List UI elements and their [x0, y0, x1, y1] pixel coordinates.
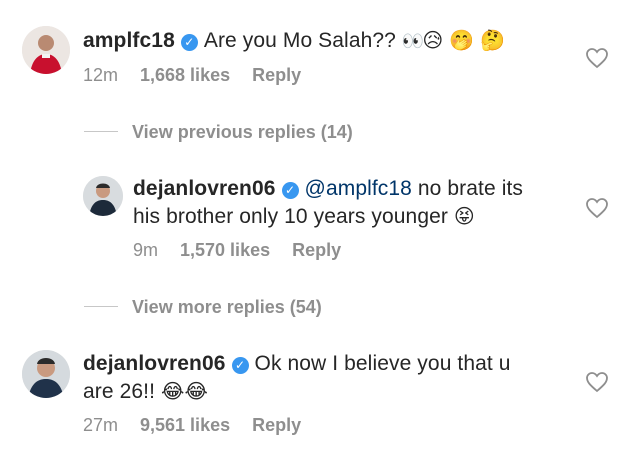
comment-meta: 27m 9,561 likes Reply: [83, 415, 323, 436]
avatar[interactable]: [22, 350, 70, 398]
heart-icon[interactable]: [585, 47, 609, 69]
comment-body-line2: are 26!!: [83, 380, 156, 403]
thinking-emoji: 🤔: [480, 30, 506, 52]
comment-text: amplfc18 ✓ Are you Mo Salah?? 👀😥 🤭 🤔: [83, 27, 563, 55]
view-more-replies-label: View more replies (54): [132, 297, 322, 317]
likes-count[interactable]: 1,570 likes: [180, 240, 270, 260]
comment-time: 27m: [83, 415, 119, 435]
view-previous-replies-button[interactable]: View previous replies (14): [84, 122, 353, 143]
avatar[interactable]: [83, 176, 123, 216]
tears-of-joy-emoji: 😂: [184, 381, 208, 403]
verified-badge-icon: ✓: [231, 357, 249, 374]
sad-sweat-emoji: 😥: [422, 30, 444, 52]
mention-link[interactable]: @amplfc18: [305, 177, 412, 200]
comment-time: 12m: [83, 65, 119, 85]
comment-username[interactable]: dejanlovren06: [133, 177, 276, 200]
reply-button[interactable]: Reply: [252, 65, 301, 85]
tears-of-joy-emoji: 😂: [160, 381, 185, 403]
comment-body-line1: no brate its: [417, 177, 523, 200]
comment-time: 9m: [133, 240, 159, 260]
comment-meta: 9m 1,570 likes Reply: [133, 240, 363, 261]
verified-badge-icon: ✓: [281, 182, 299, 199]
comment-username[interactable]: amplfc18: [83, 29, 175, 52]
comment-body-line1: Ok now I believe you that u: [254, 352, 511, 375]
comment-text: dejanlovren06 ✓ Ok now I believe you that …: [83, 350, 563, 406]
comment-item: amplfc18 ✓ Are you Mo Salah?? 👀😥 🤭 🤔 12m 1,…: [0, 0, 640, 110]
comment-text: dejanlovren06 ✓ @amplfc18 no brate its his…: [133, 175, 573, 231]
divider: [84, 306, 118, 307]
avatar[interactable]: [22, 26, 70, 74]
verified-badge-icon: ✓: [180, 34, 198, 51]
reply-button[interactable]: Reply: [292, 240, 341, 260]
comment-body-line2: his brother only 10 years younger: [133, 205, 448, 228]
likes-count[interactable]: 1,668 likes: [140, 65, 230, 85]
heart-icon[interactable]: [585, 197, 609, 219]
comment-body: Are you Mo Salah??: [203, 29, 396, 52]
hush-emoji: 🤭: [449, 30, 475, 52]
comment-meta: 12m 1,668 likes Reply: [83, 65, 323, 86]
divider: [84, 131, 118, 132]
likes-count[interactable]: 9,561 likes: [140, 415, 230, 435]
tongue-squint-emoji: 😝: [453, 206, 475, 228]
reply-item: dejanlovren06 ✓ @amplfc18 no brate its his…: [0, 160, 640, 270]
comment-item: dejanlovren06 ✓ Ok now I believe you that …: [0, 340, 640, 459]
view-more-replies-button[interactable]: View more replies (54): [84, 297, 322, 318]
heart-icon[interactable]: [585, 371, 609, 393]
reply-button[interactable]: Reply: [252, 415, 301, 435]
view-previous-replies-label: View previous replies (14): [132, 122, 353, 142]
eyes-icon: 👀: [401, 31, 424, 51]
comment-username[interactable]: dejanlovren06: [83, 352, 226, 375]
